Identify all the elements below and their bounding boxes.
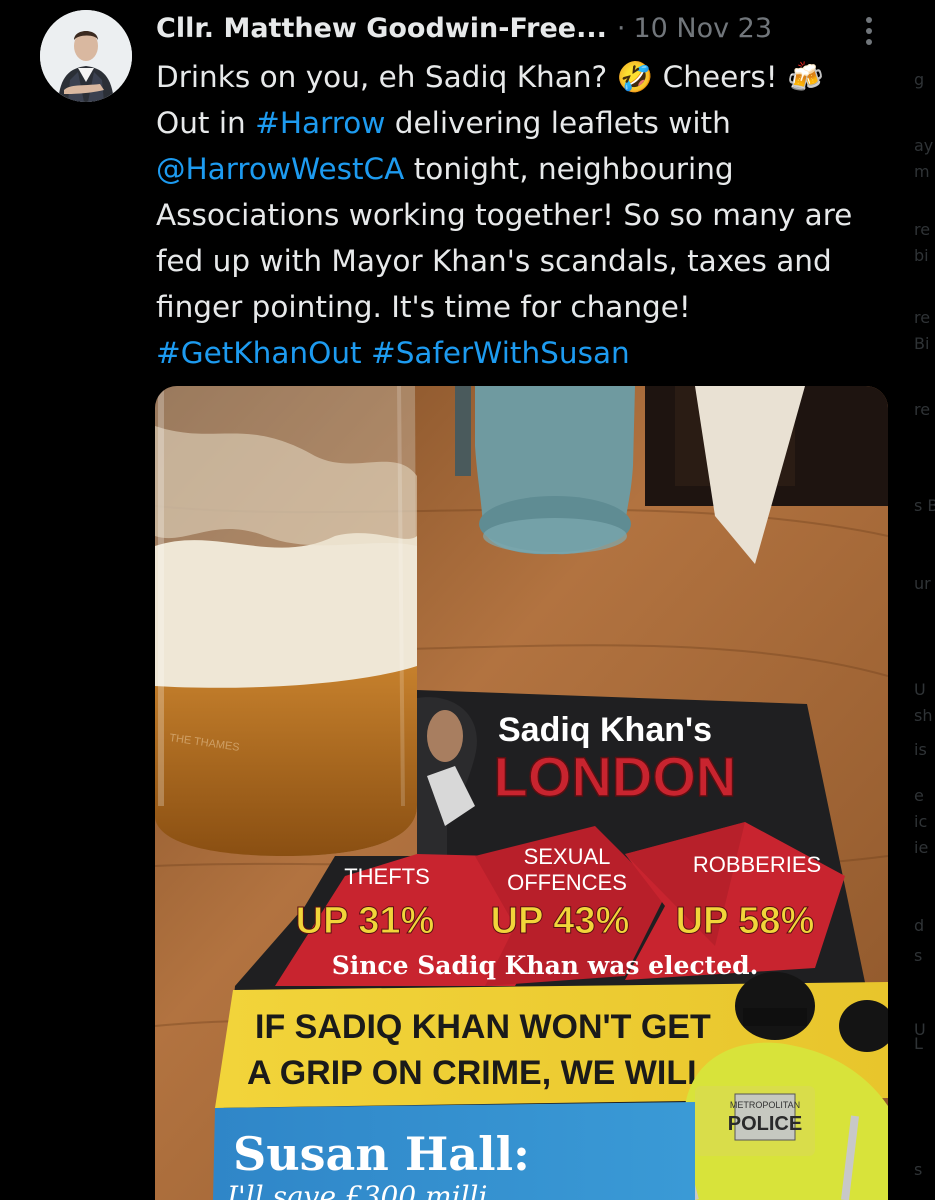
edge-fragment: e xyxy=(914,786,924,805)
pub-table-leaflet-photo: THE THAMES Sadiq Khan's LONDON THEFTS UP… xyxy=(155,386,888,1200)
tweet-text-line: Drinks on you, eh Sadiq Khan? 🤣 Cheers! … xyxy=(156,54,901,100)
flyer-headline-main: LONDON xyxy=(494,745,737,808)
edge-fragment: re xyxy=(914,220,931,239)
edge-fragment: g xyxy=(914,70,925,89)
edge-fragment: Bi xyxy=(914,334,930,353)
edge-fragment: re xyxy=(914,308,931,327)
flyer-since-line: Since Sadiq Khan was elected. xyxy=(332,951,759,980)
stat-thefts-label: THEFTS xyxy=(344,864,430,889)
stat-sexual-offences-label-line2: OFFENCES xyxy=(507,870,627,895)
flyer-banner-line1: IF SADIQ KHAN WON'T GET xyxy=(255,1008,711,1046)
flyer-banner-line2: A GRIP ON CRIME, WE WILL. xyxy=(247,1054,717,1092)
stat-sexual-offences-value: UP 43% xyxy=(491,900,630,942)
police-badge: POLICE xyxy=(728,1113,802,1135)
edge-fragment: L xyxy=(914,1034,923,1053)
author-display-name[interactable]: Cllr. Matthew Goodwin-Free... xyxy=(156,13,607,44)
edge-fragment: s B xyxy=(914,496,935,515)
flyer-candidate-name: Susan Hall: xyxy=(233,1127,530,1181)
edge-fragment: m xyxy=(914,162,930,181)
edge-fragment: is xyxy=(914,740,927,759)
tweet-text: Drinks on you, eh Sadiq Khan? 🤣 Cheers! … xyxy=(156,54,901,376)
tweet-text-segment: fed up with Mayor Khan's scandals, taxes… xyxy=(156,244,832,278)
tweet-text-segment: delivering leaflets with xyxy=(385,106,731,140)
tweet-text-line: @HarrowWestCA tonight, neighbouring xyxy=(156,146,901,192)
flyer-headline-top: Sadiq Khan's xyxy=(498,711,712,749)
hashtag-link[interactable]: #GetKhanOut xyxy=(156,336,362,370)
vertical-ellipsis-icon[interactable] xyxy=(858,14,880,48)
tweet-text-segment: finger pointing. It's time for change! xyxy=(156,290,691,324)
tweet-text-segment xyxy=(362,336,371,370)
mention-link[interactable]: @HarrowWestCA xyxy=(156,152,404,186)
author-avatar[interactable] xyxy=(40,10,132,102)
tweet-text-line: fed up with Mayor Khan's scandals, taxes… xyxy=(156,238,901,284)
edge-fragment: U xyxy=(914,680,926,699)
edge-fragment: d xyxy=(914,916,925,935)
edge-fragment: ie xyxy=(914,838,929,857)
profile-avatar-image xyxy=(40,10,132,102)
tweet-text-line: Out in #Harrow delivering leaflets with xyxy=(156,100,901,146)
tweet-text-segment: Drinks on you, eh Sadiq Khan? 🤣 Cheers! … xyxy=(156,60,824,94)
stat-sexual-offences-label-line1: SEXUAL xyxy=(524,844,611,869)
tweet-text-line: finger pointing. It's time for change! xyxy=(156,284,901,330)
tweet-date[interactable]: 10 Nov 23 xyxy=(633,13,772,44)
tweet-media-photo[interactable]: THE THAMES Sadiq Khan's LONDON THEFTS UP… xyxy=(155,386,888,1200)
edge-fragment: re xyxy=(914,400,931,419)
header-separator: · xyxy=(616,12,626,44)
tweet-text-segment: Out in xyxy=(156,106,256,140)
right-sidebar-edge: g ay m re bi re Bi re s B ur U sh is e i… xyxy=(908,0,935,1200)
hashtag-link[interactable]: #SaferWithSusan xyxy=(371,336,630,370)
edge-fragment: sh xyxy=(914,706,933,725)
edge-fragment: ay xyxy=(914,136,934,155)
stat-robberies-value: UP 58% xyxy=(676,900,815,942)
police-badge-top: METROPOLITAN xyxy=(730,1100,800,1110)
stat-thefts-value: UP 31% xyxy=(296,900,435,942)
stat-robberies-label: ROBBERIES xyxy=(693,852,821,877)
edge-fragment: s xyxy=(914,1160,923,1179)
edge-fragment: ur xyxy=(914,574,931,593)
edge-fragment: ic xyxy=(914,812,928,831)
tweet-header: Cllr. Matthew Goodwin-Free... · 10 Nov 2… xyxy=(156,6,886,50)
tweet-text-segment: Associations working together! So so man… xyxy=(156,198,853,232)
tweet-text-line: Associations working together! So so man… xyxy=(156,192,901,238)
edge-fragment: s xyxy=(914,946,923,965)
hashtag-link[interactable]: #Harrow xyxy=(255,106,385,140)
tweet-text-segment: tonight, neighbouring xyxy=(404,152,734,186)
flyer-bottom-partial: I'll save £300 milli xyxy=(226,1180,487,1200)
tweet-text-line: #GetKhanOut #SaferWithSusan xyxy=(156,330,901,376)
edge-fragment: bi xyxy=(914,246,929,265)
